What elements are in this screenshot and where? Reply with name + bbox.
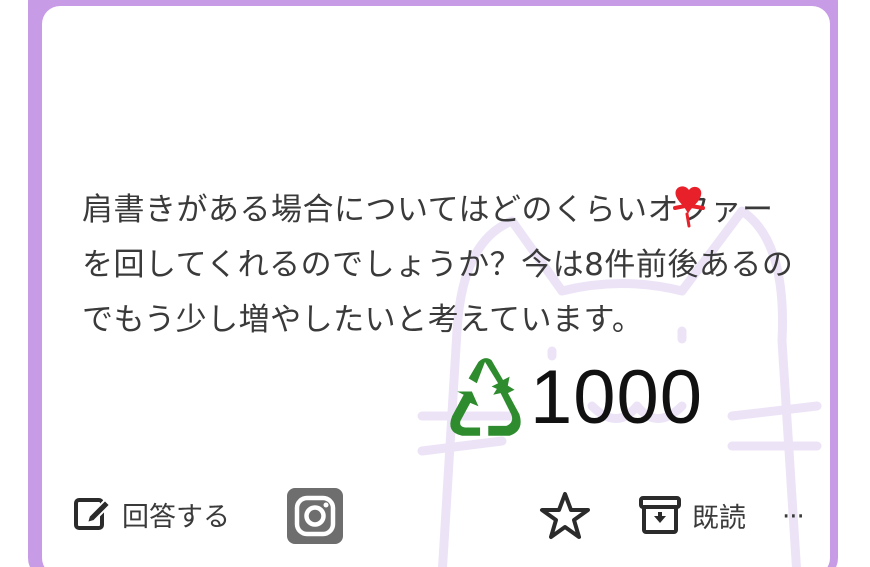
archive-icon xyxy=(639,496,681,534)
reaction-stamp: 1000 xyxy=(444,354,703,441)
edit-icon xyxy=(74,498,112,530)
question-line: を回してくれるのでしょうか？今は8件前後あるの xyxy=(82,247,794,283)
screen: 肩書きがある場合についてはどのくらいオファー を回してくれるのでしょうか？今は8… xyxy=(0,0,870,567)
star-icon xyxy=(540,492,590,539)
instagram-icon xyxy=(287,488,343,544)
reply-label: 回答する xyxy=(122,501,230,533)
more-options-button[interactable]: ··· xyxy=(782,502,805,532)
instagram-share-button[interactable] xyxy=(285,486,345,546)
more-icon: ··· xyxy=(782,502,805,532)
recycle-icon xyxy=(450,357,521,436)
read-label: 既読 xyxy=(692,502,746,534)
heart-doodle-icon xyxy=(673,186,705,228)
reply-button[interactable]: 回答する xyxy=(72,494,230,534)
question-line: でもう少し増やしたいと考えています。 xyxy=(82,302,644,338)
reaction-count: 1000 xyxy=(530,355,704,440)
favorite-button[interactable] xyxy=(538,489,592,543)
question-card: 肩書きがある場合についてはどのくらいオファー を回してくれるのでしょうか？今は8… xyxy=(42,6,830,567)
action-toolbar: 回答する 既読 ··· xyxy=(42,486,830,556)
mark-read-button[interactable]: 既読 xyxy=(638,494,746,536)
